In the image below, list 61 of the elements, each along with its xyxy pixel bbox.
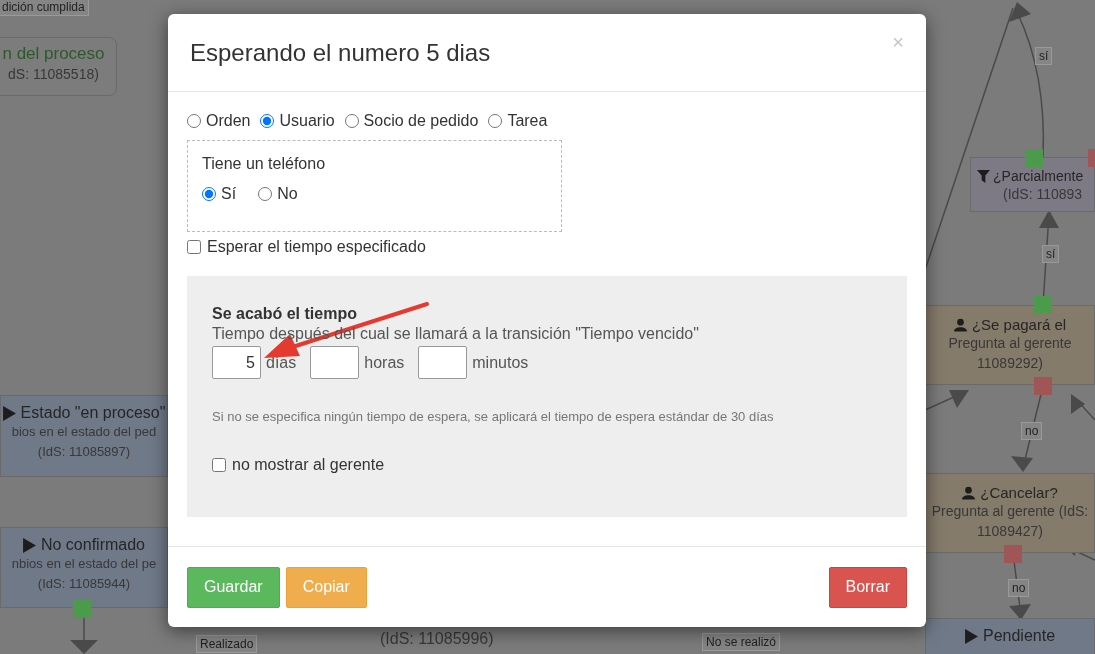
section-heading: Se acabó el tiempo <box>212 304 358 324</box>
node-subtitle: 11089292) <box>977 354 1043 373</box>
edge-label: Realizado <box>196 635 258 653</box>
radio-label: Socio de pedido <box>363 112 479 130</box>
node-title: ¿Parcialmente <box>993 168 1084 184</box>
edge-label: sí <box>1042 245 1060 263</box>
node-subtitle: (IdS: 110893 <box>1002 185 1083 204</box>
condition-label: Tiene un teléfono <box>202 155 327 173</box>
node-title: No confirmado <box>40 536 145 554</box>
checkbox-label: no mostrar al gerente <box>232 456 385 474</box>
edge-label: No se realizó <box>702 633 781 651</box>
edge-label: no <box>1008 579 1030 597</box>
node-subtitle: dS: 11085518) <box>8 65 99 84</box>
radio-label: Sí <box>221 185 237 203</box>
play-icon <box>964 628 978 644</box>
node-subtitle: 11089427) <box>977 522 1043 541</box>
filter-icon <box>977 169 990 183</box>
node-title: Estado "en proceso" <box>20 404 166 422</box>
unit-label: días <box>266 353 297 372</box>
node-title: Pendiente <box>982 627 1056 645</box>
edge-label: dición cumplida <box>0 0 89 16</box>
radio-button[interactable] <box>187 114 201 128</box>
node-title: n del proceso <box>2 44 105 64</box>
radio-button[interactable] <box>202 187 216 201</box>
number-field[interactable] <box>418 346 468 379</box>
hint-text: Si no se especifica ningún tiempo de espera, se aplicará el tiempo de espera estándar de 30 días <box>212 409 775 424</box>
unit-label: minutos <box>472 353 529 372</box>
close-button[interactable]: × <box>892 31 904 54</box>
edge-label: sí <box>1035 47 1053 65</box>
node-subtitle: bios en el estado del ped <box>11 423 157 441</box>
radio-label: Tarea <box>507 112 548 130</box>
node-title: ¿Se pagará el <box>971 316 1067 333</box>
node-subtitle: (IdS: 11085897) <box>37 443 131 461</box>
radio-label: Usuario <box>279 112 335 130</box>
copy-button[interactable]: Copiar <box>285 566 367 608</box>
node-subtitle: Pregunta al gerente (IdS: <box>931 502 1089 521</box>
dialog-title: Esperando el numero 5 dias <box>190 38 491 67</box>
radio-button[interactable] <box>258 187 273 201</box>
play-icon <box>22 537 36 553</box>
node-subtitle: nbios en el estado del pe <box>11 555 157 573</box>
unit-label: horas <box>364 353 405 372</box>
radio-button[interactable] <box>344 114 359 128</box>
node-id-text: (IdS: 11085996) <box>380 630 494 648</box>
checkbox[interactable] <box>187 240 201 254</box>
edge-label: no <box>1021 422 1043 440</box>
user-icon <box>953 317 967 332</box>
node-subtitle: (IdS: 11085944) <box>37 575 131 593</box>
radio-label: Orden <box>206 112 251 130</box>
radio-label: No <box>277 185 298 203</box>
checkbox-label: Esperar el tiempo especificado <box>207 238 426 256</box>
number-field[interactable] <box>310 346 360 379</box>
radio-button[interactable] <box>488 114 503 128</box>
user-icon <box>962 485 976 500</box>
delete-button[interactable]: Borrar <box>828 566 907 608</box>
number-field[interactable]: 5 <box>212 346 261 379</box>
node-subtitle: Pregunta al gerente <box>948 334 1072 353</box>
play-icon <box>2 405 16 421</box>
radio-button[interactable] <box>260 114 275 128</box>
node-title: ¿Cancelar? <box>980 484 1058 501</box>
checkbox[interactable] <box>212 458 226 472</box>
save-button[interactable]: Guardar <box>187 566 280 608</box>
